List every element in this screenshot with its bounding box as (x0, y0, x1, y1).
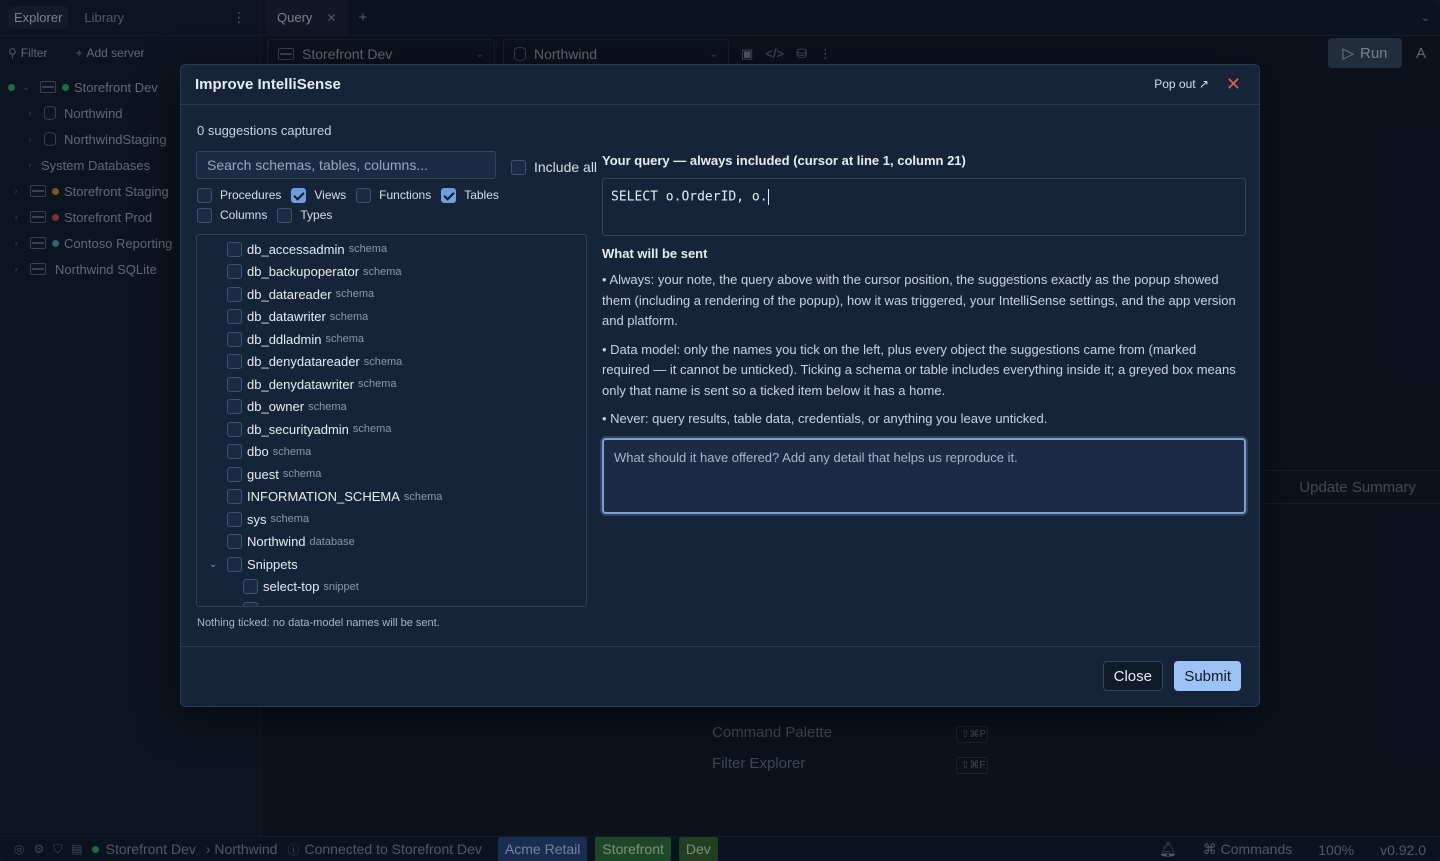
bullet-always: • Always: your note, the query above wit… (602, 272, 1236, 328)
query-heading: Your query — always included (cursor at … (602, 153, 966, 168)
list-item[interactable]: select-top snippet (197, 576, 586, 599)
include-all-checkbox[interactable]: Include all (511, 159, 597, 175)
chevron-down-icon[interactable]: ⌄ (209, 559, 227, 570)
checkbox[interactable] (243, 579, 258, 595)
submit-button[interactable]: Submit (1174, 661, 1241, 691)
checkbox[interactable] (227, 511, 242, 527)
sent-heading: What will be sent (602, 246, 708, 261)
bullet-data-model: • Data model: only the names you tick on… (602, 341, 1236, 398)
checkbox[interactable] (227, 376, 242, 392)
checkbox[interactable] (227, 241, 242, 257)
checkbox[interactable] (227, 399, 242, 415)
list-item[interactable]: Northwind database (197, 531, 586, 554)
checkbox[interactable] (243, 601, 258, 606)
checkbox[interactable] (227, 264, 242, 280)
checkbox[interactable] (277, 207, 293, 223)
checkbox[interactable] (227, 421, 242, 437)
pop-out-button[interactable]: Pop out ↗ (1154, 77, 1209, 91)
nothing-ticked-note: Nothing ticked: no data-model names will… (197, 617, 440, 629)
close-button[interactable]: Close (1102, 661, 1163, 691)
filter-views[interactable]: Views (291, 187, 346, 203)
dialog-header: Improve IntelliSense Pop out ↗ ✕ (181, 65, 1259, 105)
list-item[interactable]: db_denydatareader schema (197, 351, 586, 374)
note-textarea[interactable] (602, 437, 1246, 514)
checkbox[interactable] (197, 187, 212, 203)
checkbox[interactable] (227, 534, 242, 550)
filter-columns[interactable]: Columns (197, 207, 267, 223)
checkbox[interactable] (441, 187, 457, 203)
checkbox[interactable] (227, 309, 242, 325)
data-model-list[interactable]: db_accessadmin schema db_backupoperator sc… (196, 234, 587, 607)
list-item[interactable]: db_ddladmin schema (197, 328, 586, 351)
text-cursor (767, 189, 770, 205)
right-panel: Your query — always included (cursor at … (602, 153, 1246, 517)
filter-functions[interactable]: Functions (356, 187, 431, 203)
checkbox[interactable] (227, 354, 242, 370)
suggestions-captured: 0 suggestions captured (197, 123, 332, 138)
dialog-footer: Close Submit (181, 646, 1259, 706)
list-item[interactable]: db_denydatawriter schema (197, 373, 586, 396)
close-icon[interactable]: ✕ (1226, 74, 1241, 95)
list-item[interactable]: sys schema (197, 508, 586, 531)
checkbox[interactable] (291, 187, 307, 203)
list-item[interactable] (197, 598, 586, 606)
checkbox[interactable] (356, 187, 372, 203)
checkbox[interactable] (227, 444, 242, 460)
schema-search-input[interactable] (196, 151, 496, 179)
list-group-snippets[interactable]: ⌄ Snippets (197, 553, 586, 576)
object-type-filters: Procedures Views Functions Tables Column… (197, 187, 587, 223)
dialog-title: Improve IntelliSense (195, 76, 341, 93)
filter-tables[interactable]: Tables (441, 187, 499, 203)
include-all-box[interactable] (511, 159, 526, 175)
list-item[interactable]: db_accessadmin schema (197, 238, 586, 261)
filter-procedures[interactable]: Procedures (197, 187, 281, 203)
list-item[interactable]: INFORMATION_SCHEMA schema (197, 486, 586, 509)
list-item[interactable]: db_backupoperator schema (197, 261, 586, 284)
list-item[interactable]: db_securityadmin schema (197, 418, 586, 441)
checkbox[interactable] (227, 286, 242, 302)
list-item[interactable]: dbo schema (197, 441, 586, 464)
checkbox[interactable] (227, 466, 242, 482)
query-preview: SELECT o.OrderID, o. (602, 178, 1246, 236)
filter-types[interactable]: Types (277, 207, 332, 223)
checkbox[interactable] (227, 556, 242, 572)
list-item[interactable]: db_owner schema (197, 396, 586, 419)
checkbox[interactable] (227, 331, 242, 347)
checkbox[interactable] (197, 207, 212, 223)
list-item[interactable]: db_datareader schema (197, 283, 586, 306)
app-window: Explorer Library ⋮ ⚲ Filter + Add server ⌄… (0, 0, 1440, 861)
checkbox[interactable] (227, 489, 242, 505)
list-item[interactable]: guest schema (197, 463, 586, 486)
improve-intellisense-dialog: Improve IntelliSense Pop out ↗ ✕ 0 sugge… (180, 64, 1260, 707)
bullet-never: • Never: query results, table data, cred… (602, 411, 1048, 426)
list-item[interactable]: db_datawriter schema (197, 306, 586, 329)
